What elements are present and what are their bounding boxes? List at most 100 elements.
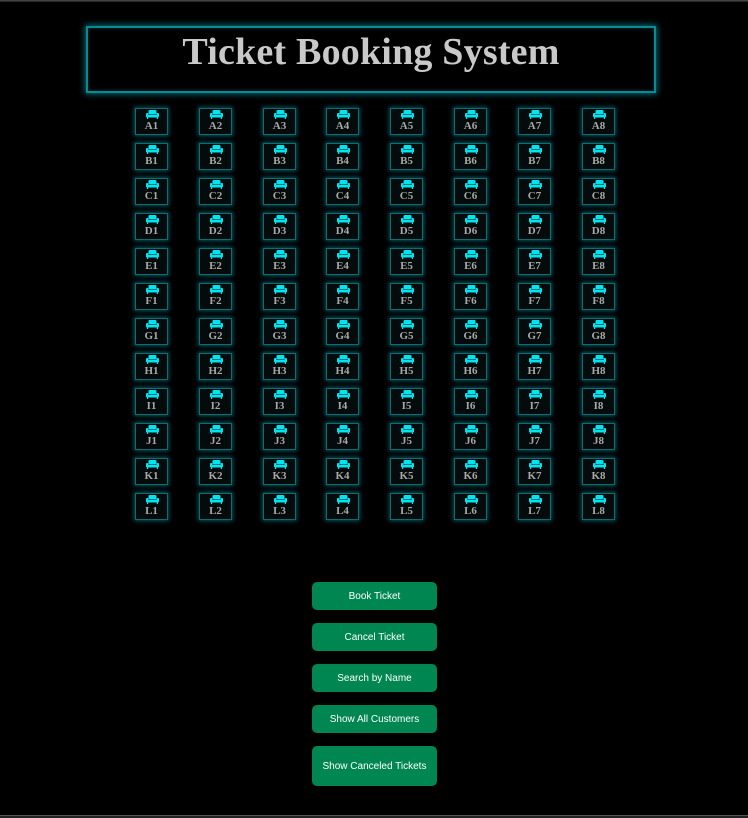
seat-C4[interactable]: C4 [326, 178, 359, 205]
seat-I2[interactable]: I2 [199, 388, 232, 415]
seat-F2[interactable]: F2 [199, 283, 232, 310]
seat-I3[interactable]: I3 [263, 388, 296, 415]
search-by-name-button[interactable]: Search by Name [312, 664, 437, 692]
seat-H8[interactable]: H8 [582, 353, 615, 380]
seat-B5[interactable]: B5 [390, 143, 423, 170]
seat-G7[interactable]: G7 [518, 318, 551, 345]
seat-F5[interactable]: F5 [390, 283, 423, 310]
seat-A8[interactable]: A8 [582, 108, 615, 135]
book-ticket-button[interactable]: Book Ticket [312, 582, 437, 610]
seat-A2[interactable]: A2 [199, 108, 232, 135]
show-canceled-tickets-button[interactable]: Show Canceled Tickets [312, 746, 437, 786]
seat-B4[interactable]: B4 [326, 143, 359, 170]
seat-C7[interactable]: C7 [518, 178, 551, 205]
seat-D8[interactable]: D8 [582, 213, 615, 240]
seat-C2[interactable]: C2 [199, 178, 232, 205]
seat-F1[interactable]: F1 [135, 283, 168, 310]
seat-I5[interactable]: I5 [390, 388, 423, 415]
seat-E3[interactable]: E3 [263, 248, 296, 275]
seat-G2[interactable]: G2 [199, 318, 232, 345]
seat-L2[interactable]: L2 [199, 493, 232, 520]
seat-F3[interactable]: F3 [263, 283, 296, 310]
seat-F6[interactable]: F6 [454, 283, 487, 310]
seat-K3[interactable]: K3 [263, 458, 296, 485]
seat-C8[interactable]: C8 [582, 178, 615, 205]
seat-G5[interactable]: G5 [390, 318, 423, 345]
seat-D7[interactable]: D7 [518, 213, 551, 240]
seat-J6[interactable]: J6 [454, 423, 487, 450]
seat-A4[interactable]: A4 [326, 108, 359, 135]
seat-L3[interactable]: L3 [263, 493, 296, 520]
seat-L8[interactable]: L8 [582, 493, 615, 520]
seat-C3[interactable]: C3 [263, 178, 296, 205]
seat-I7[interactable]: I7 [518, 388, 551, 415]
seat-I6[interactable]: I6 [454, 388, 487, 415]
seat-C5[interactable]: C5 [390, 178, 423, 205]
seat-F7[interactable]: F7 [518, 283, 551, 310]
cancel-ticket-button[interactable]: Cancel Ticket [312, 623, 437, 651]
seat-E1[interactable]: E1 [135, 248, 168, 275]
seat-J3[interactable]: J3 [263, 423, 296, 450]
seat-E5[interactable]: E5 [390, 248, 423, 275]
seat-G6[interactable]: G6 [454, 318, 487, 345]
seat-B2[interactable]: B2 [199, 143, 232, 170]
seat-H5[interactable]: H5 [390, 353, 423, 380]
seat-I8[interactable]: I8 [582, 388, 615, 415]
seat-B7[interactable]: B7 [518, 143, 551, 170]
seat-G3[interactable]: G3 [263, 318, 296, 345]
seat-D3[interactable]: D3 [263, 213, 296, 240]
seat-K7[interactable]: K7 [518, 458, 551, 485]
seat-B8[interactable]: B8 [582, 143, 615, 170]
seat-B3[interactable]: B3 [263, 143, 296, 170]
seat-C1[interactable]: C1 [135, 178, 168, 205]
seat-H4[interactable]: H4 [326, 353, 359, 380]
seat-J7[interactable]: J7 [518, 423, 551, 450]
seat-A6[interactable]: A6 [454, 108, 487, 135]
seat-J1[interactable]: J1 [135, 423, 168, 450]
seat-D1[interactable]: D1 [135, 213, 168, 240]
seat-A5[interactable]: A5 [390, 108, 423, 135]
seat-L1[interactable]: L1 [135, 493, 168, 520]
seat-C6[interactable]: C6 [454, 178, 487, 205]
seat-B1[interactable]: B1 [135, 143, 168, 170]
seat-J8[interactable]: J8 [582, 423, 615, 450]
seat-B6[interactable]: B6 [454, 143, 487, 170]
seat-A3[interactable]: A3 [263, 108, 296, 135]
seat-G4[interactable]: G4 [326, 318, 359, 345]
seat-A1[interactable]: A1 [135, 108, 168, 135]
show-all-customers-button[interactable]: Show All Customers [312, 705, 437, 733]
seat-J5[interactable]: J5 [390, 423, 423, 450]
seat-E7[interactable]: E7 [518, 248, 551, 275]
seat-A7[interactable]: A7 [518, 108, 551, 135]
seat-L4[interactable]: L4 [326, 493, 359, 520]
seat-K6[interactable]: K6 [454, 458, 487, 485]
seat-I1[interactable]: I1 [135, 388, 168, 415]
seat-K8[interactable]: K8 [582, 458, 615, 485]
seat-E6[interactable]: E6 [454, 248, 487, 275]
seat-E2[interactable]: E2 [199, 248, 232, 275]
seat-H7[interactable]: H7 [518, 353, 551, 380]
seat-H1[interactable]: H1 [135, 353, 168, 380]
seat-F8[interactable]: F8 [582, 283, 615, 310]
seat-K1[interactable]: K1 [135, 458, 168, 485]
seat-K4[interactable]: K4 [326, 458, 359, 485]
seat-G8[interactable]: G8 [582, 318, 615, 345]
seat-H3[interactable]: H3 [263, 353, 296, 380]
seat-H6[interactable]: H6 [454, 353, 487, 380]
seat-L6[interactable]: L6 [454, 493, 487, 520]
seat-H2[interactable]: H2 [199, 353, 232, 380]
seat-J2[interactable]: J2 [199, 423, 232, 450]
seat-E8[interactable]: E8 [582, 248, 615, 275]
seat-K5[interactable]: K5 [390, 458, 423, 485]
seat-D6[interactable]: D6 [454, 213, 487, 240]
seat-D5[interactable]: D5 [390, 213, 423, 240]
seat-I4[interactable]: I4 [326, 388, 359, 415]
seat-D4[interactable]: D4 [326, 213, 359, 240]
seat-F4[interactable]: F4 [326, 283, 359, 310]
seat-J4[interactable]: J4 [326, 423, 359, 450]
seat-E4[interactable]: E4 [326, 248, 359, 275]
seat-L5[interactable]: L5 [390, 493, 423, 520]
seat-L7[interactable]: L7 [518, 493, 551, 520]
seat-D2[interactable]: D2 [199, 213, 232, 240]
seat-G1[interactable]: G1 [135, 318, 168, 345]
